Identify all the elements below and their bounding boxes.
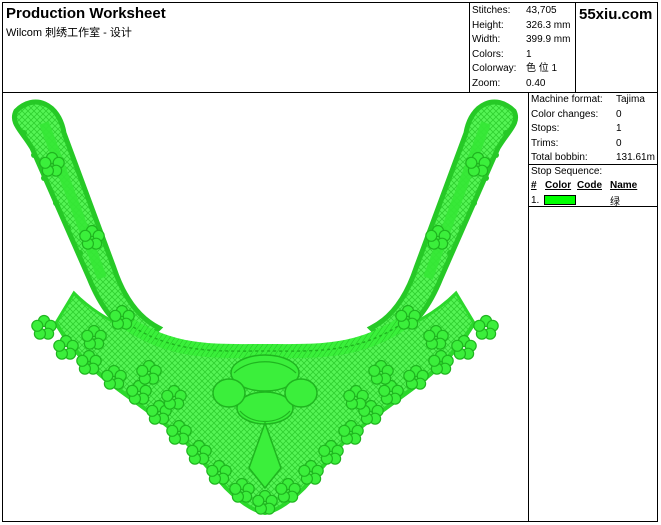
stat-label: Height:: [472, 19, 504, 31]
stat-label: Zoom:: [472, 77, 501, 89]
machine-value: 0: [616, 108, 622, 120]
sidebar-divider: [528, 92, 529, 522]
page-subtitle: Wilcom 刺绣工作室 - 设计: [6, 27, 132, 39]
stat-label: Stitches:: [472, 5, 511, 16]
column-header-name: Name: [610, 180, 638, 191]
machine-label: Machine format:: [531, 94, 603, 105]
column-header-color: Color: [545, 180, 572, 191]
machine-value: 1: [616, 123, 622, 134]
stat-value: 326.3 mm: [526, 19, 571, 31]
site-logo: 55xiu.com: [579, 6, 653, 23]
stat-label: Colors:: [472, 48, 504, 60]
machine-trims: Trims: 0: [531, 137, 657, 152]
machine-total-bobbin: Total bobbin: 131.61m: [531, 151, 657, 166]
machine-value: Tajima: [616, 94, 645, 105]
column-header-code: Code: [577, 180, 602, 191]
stat-value: 399.9 mm: [526, 34, 571, 45]
machine-stops: Stops: 1: [531, 122, 657, 137]
page-title: Production Worksheet: [6, 5, 166, 22]
stat-stitches: Stitches: 43,705: [472, 4, 574, 19]
machine-label: Trims:: [531, 137, 559, 149]
logo-divider: [575, 2, 576, 92]
machine-label: Color changes:: [531, 108, 599, 120]
stat-colors: Colors: 1: [472, 48, 574, 63]
machine-label: Stops:: [531, 123, 560, 134]
stat-value: 43,705: [526, 5, 557, 16]
stat-value: 色 位 1: [526, 63, 558, 74]
stat-value: 1: [526, 48, 532, 60]
stat-label: Colorway:: [472, 63, 517, 74]
lace-collar: [12, 99, 518, 516]
stat-width: Width: 399.9 mm: [472, 33, 574, 48]
stop-sequence-title: Stop Sequence:: [531, 166, 603, 177]
stat-colorway: Colorway: 色 位 1: [472, 62, 574, 77]
machine-color-changes: Color changes: 0: [531, 108, 657, 123]
column-header-num: #: [531, 180, 537, 191]
machine-value: 131.61m: [616, 152, 655, 163]
stat-zoom: Zoom: 0.40: [472, 77, 574, 92]
machine-format: Machine format: Tajima: [531, 93, 657, 108]
machine-value: 0: [616, 137, 622, 149]
stop-row-name: 绿: [610, 197, 620, 208]
stats-divider: [469, 2, 470, 92]
stat-label: Width:: [472, 34, 501, 45]
color-swatch: [544, 195, 576, 205]
machine-label: Total bobbin:: [531, 152, 588, 163]
stat-value: 0.40: [526, 77, 546, 89]
stop-divider: [528, 206, 658, 207]
stop-row-number: 1.: [531, 195, 540, 206]
design-preview: [12, 99, 518, 516]
stat-height: Height: 326.3 mm: [472, 19, 574, 34]
